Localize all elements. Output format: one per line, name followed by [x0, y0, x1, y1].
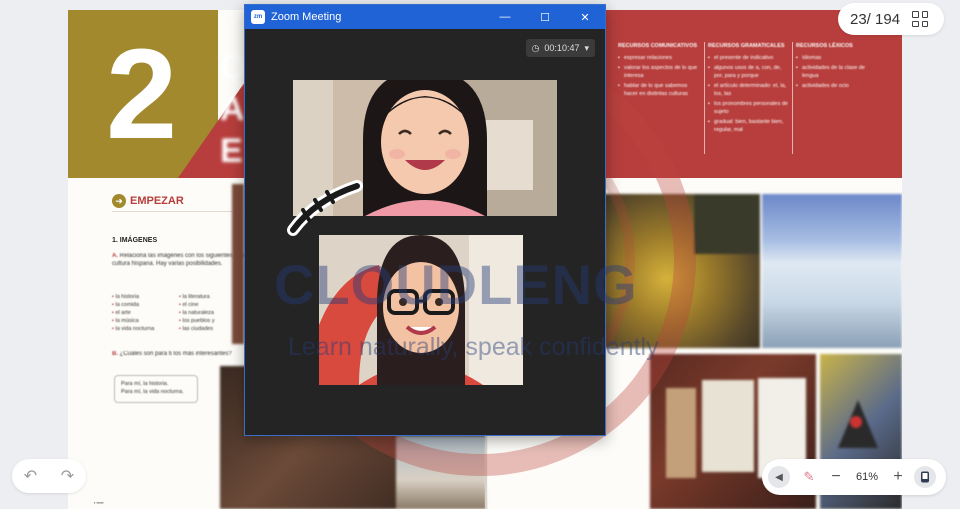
zoom-toolbar: ◀ ✎ − 61% +	[762, 459, 946, 495]
clock-icon: ◷	[531, 42, 540, 53]
photo	[232, 184, 244, 344]
chapter-title: Q A E	[220, 46, 246, 172]
painting-shape	[850, 416, 862, 428]
scribble-sticker	[287, 180, 363, 236]
option-item: el cine	[179, 301, 215, 309]
option-item: la música	[112, 317, 154, 325]
option-item: los pueblos y	[179, 317, 214, 325]
option-item: la vida nocturna	[112, 325, 154, 333]
resources-item: actividades de ocio	[796, 82, 876, 90]
page-number: 23/ 194	[850, 10, 901, 28]
photo-glacier	[762, 194, 902, 348]
undo-icon[interactable]: ↶	[24, 466, 37, 486]
divider	[792, 42, 793, 154]
maximize-button[interactable]: ☐	[525, 5, 565, 29]
resources-item: los pronombres personales de sujeto	[708, 100, 790, 116]
zoom-logo-icon: zm	[251, 10, 265, 24]
option-item: la comida	[112, 301, 154, 309]
title-letter: Q	[220, 48, 247, 86]
zoom-in-button[interactable]: +	[890, 468, 906, 486]
title-letter: A	[220, 90, 245, 128]
option-item: las ciudades	[179, 325, 215, 333]
resources-heading: RECURSOS COMUNICATIVOS	[618, 43, 698, 49]
resources-item: algunos usos de a, con, de, por, para y …	[708, 64, 790, 80]
resources-item: gradual: bien, bastante bien, regular, m…	[708, 118, 790, 134]
arrow-right-icon: ➜	[112, 194, 126, 208]
window-controls: — ☐ ✕	[485, 5, 605, 29]
page-footer: ▪▪▪▪▪▪ ▪	[862, 500, 874, 505]
chapter-number: 2	[106, 23, 178, 166]
question-text: ¿Cuáles son para ti los más interesantes…	[119, 351, 232, 357]
page-counter[interactable]: 23/ 194	[838, 3, 944, 35]
bubble-line: Para mí, la historia.	[121, 381, 169, 387]
mobile-view-icon[interactable]	[914, 466, 936, 488]
book-cover	[666, 388, 696, 478]
phone-icon	[921, 471, 929, 483]
zoom-window[interactable]: zm Zoom Meeting — ☐ ✕ ◷ 00:10:47 ▾	[244, 4, 606, 436]
bubble-line: Para mí, la vida nocturna.	[121, 389, 184, 395]
resources-grammar: RECURSOS GRAMATICALES el presente de ind…	[708, 42, 790, 136]
page-footer: ▪ ▪▪▪▪▪	[94, 500, 104, 505]
resources-heading: RECURSOS LÉXICOS	[796, 43, 853, 49]
close-button[interactable]: ✕	[565, 5, 605, 29]
section-label: EMPEZAR	[130, 195, 184, 207]
photo-harbour	[396, 436, 486, 509]
zoom-window-title: Zoom Meeting	[271, 11, 342, 23]
zoom-out-button[interactable]: −	[828, 468, 844, 486]
resources-heading: RECURSOS GRAMATICALES	[708, 43, 785, 49]
book-cover	[702, 380, 754, 472]
resources-item: el artículo determinado: el, la, los, la…	[708, 82, 790, 98]
resources-lexical: RECURSOS LÉXICOS ídiomas actividades de …	[796, 42, 876, 92]
photo-fruit-market	[604, 194, 760, 348]
redo-icon[interactable]: ↷	[61, 466, 74, 486]
option-item: la naturaleza	[179, 309, 215, 317]
divider	[704, 42, 705, 154]
speech-bubble: Para mí, la historia. Para mí, la vida n…	[114, 375, 198, 403]
section-header: ➜ EMPEZAR	[112, 194, 184, 208]
resources-item: el presente de indicativo	[708, 54, 790, 62]
resources-item: valorar los aspectos de lo que interesa	[618, 64, 700, 80]
option-item: la historia	[112, 293, 154, 301]
avatar-glasses	[319, 235, 523, 385]
divider	[112, 211, 252, 212]
resources-communicative: RECURSOS COMUNICATIVOS expresar relacion…	[618, 42, 700, 100]
resources-item: ídiomas	[796, 54, 876, 62]
exercise-heading: 1. IMÁGENES	[112, 237, 158, 244]
participant-video[interactable]	[319, 235, 523, 385]
pencil-icon[interactable]: ✎	[798, 466, 820, 488]
undo-redo-controls: ↶ ↷	[12, 459, 86, 493]
option-item: la literatura	[179, 293, 215, 301]
grid-view-icon[interactable]	[912, 11, 929, 27]
options-list: la historia la comida el arte la música …	[112, 293, 154, 333]
exercise-letter: A.	[112, 253, 118, 259]
zoom-titlebar[interactable]: zm Zoom Meeting — ☐ ✕	[245, 5, 605, 29]
zoom-level: 61%	[855, 471, 879, 483]
resources-item: hablar de lo que sabemos hacer en distin…	[618, 82, 700, 98]
resources-item: expresar relaciones	[618, 54, 700, 62]
options-list: la literatura el cine la naturaleza los …	[179, 293, 215, 333]
title-letter: E	[220, 132, 243, 170]
chevron-down-icon: ▾	[584, 42, 589, 53]
option-item: el arte	[112, 309, 154, 317]
question-letter: B.	[112, 351, 118, 357]
resources-item: actividades de la clase de lengua	[796, 64, 876, 80]
minimize-button[interactable]: —	[485, 5, 525, 29]
meeting-timer[interactable]: ◷ 00:10:47 ▾	[525, 39, 595, 57]
question: B. ¿Cuáles son para ti los más interesan…	[112, 350, 252, 358]
timer-value: 00:10:47	[544, 43, 580, 53]
previous-page-button[interactable]: ◀	[768, 466, 790, 488]
photo-detail	[694, 194, 760, 254]
